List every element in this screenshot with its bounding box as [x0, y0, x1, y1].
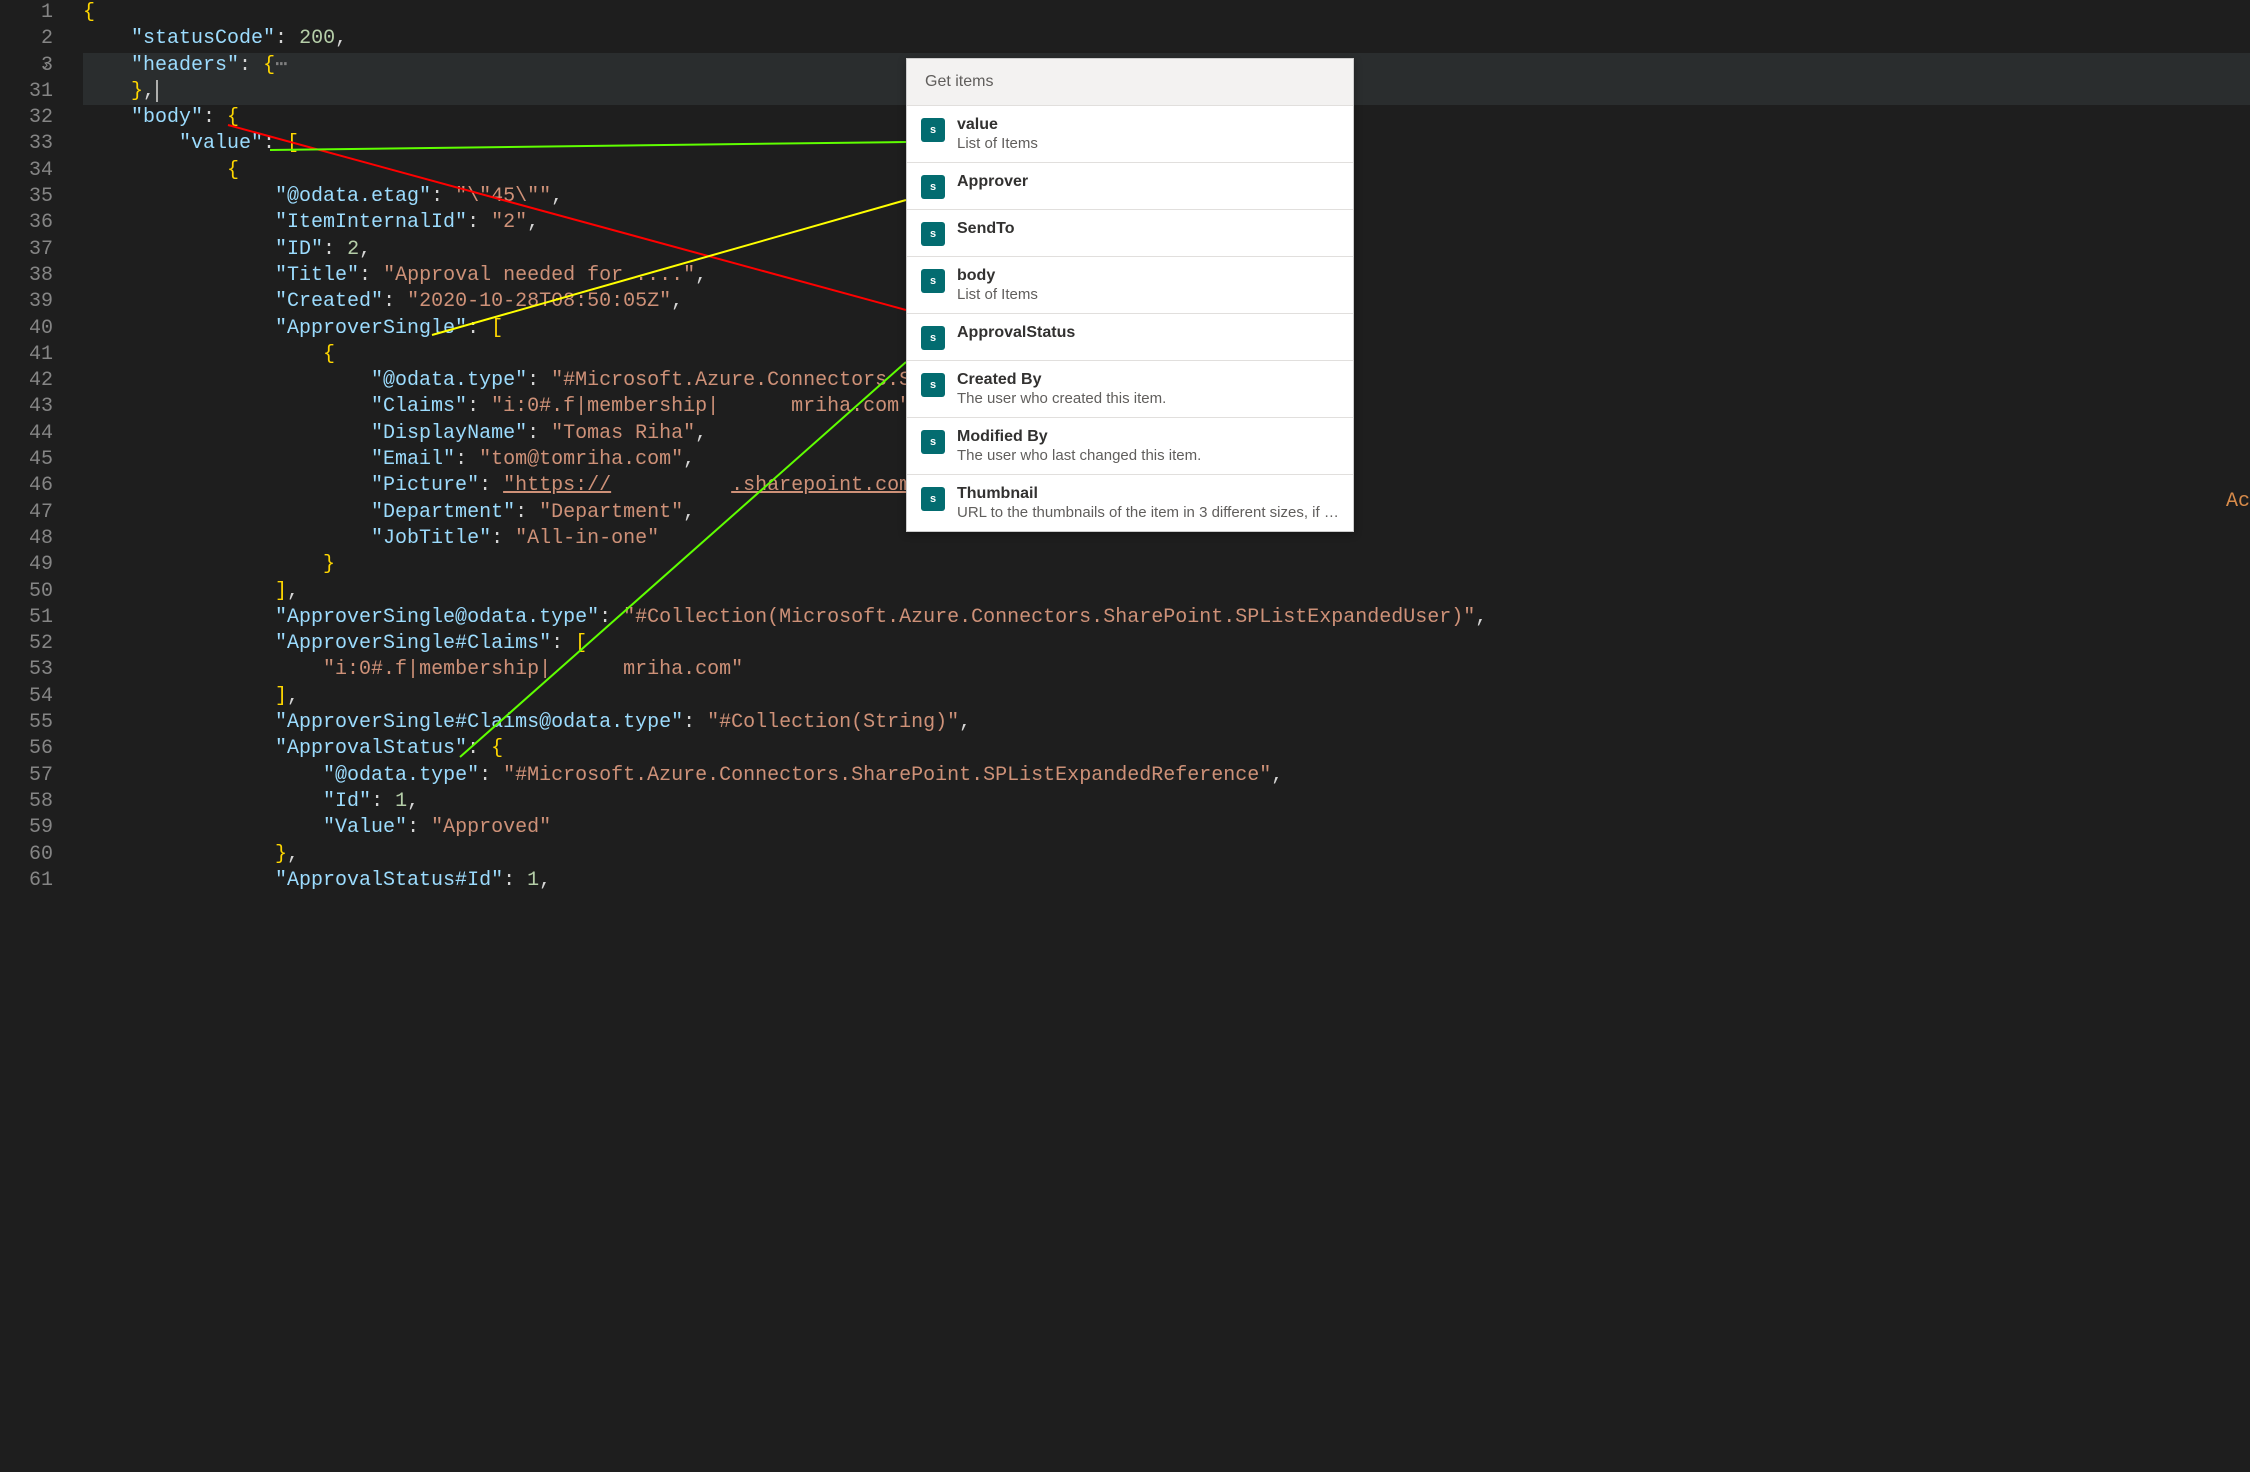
panel-item-desc: The user who created this item. [957, 390, 1339, 407]
panel-header: Get items [907, 59, 1353, 106]
panel-item-title: Approver [957, 173, 1339, 191]
line-number: 38 [0, 263, 53, 289]
sharepoint-icon: s [921, 269, 945, 293]
line-number: 57 [0, 763, 53, 789]
line-number: 49 [0, 552, 53, 578]
panel-list: svalueList of ItemssApproversSendTosbody… [907, 106, 1353, 531]
line-number: 50 [0, 579, 53, 605]
sharepoint-icon: s [921, 222, 945, 246]
panel-item[interactable]: s SendTo [907, 210, 1353, 257]
line-number: 33 [0, 131, 53, 157]
line-number-gutter: 1 2 3› 31 32 33 34 35 36 37 38 39 40 41 … [0, 0, 75, 1472]
line-number: 58 [0, 789, 53, 815]
panel-item-title: Thumbnail [957, 485, 1339, 503]
line-number: 35 [0, 184, 53, 210]
panel-item[interactable]: sbodyList of Items [907, 257, 1353, 314]
panel-item-title: SendTo [957, 220, 1339, 238]
line-number: 61 [0, 868, 53, 894]
panel-item-desc: URL to the thumbnails of the item in 3 d… [957, 504, 1339, 521]
sharepoint-icon: s [921, 430, 945, 454]
line-number: 56 [0, 736, 53, 762]
line-number: 42 [0, 368, 53, 394]
sharepoint-icon: s [921, 175, 945, 199]
line-number: 36 [0, 210, 53, 236]
line-number: 51 [0, 605, 53, 631]
truncated-text: Ac [2226, 490, 2250, 513]
line-number: 32 [0, 105, 53, 131]
line-number: 1 [0, 0, 53, 26]
sharepoint-icon: s [921, 118, 945, 142]
panel-item-title: Modified By [957, 428, 1339, 446]
dynamic-content-panel[interactable]: Get items svalueList of ItemssApproversS… [906, 58, 1354, 532]
line-number: 44 [0, 421, 53, 447]
panel-item[interactable]: svalueList of Items [907, 106, 1353, 163]
panel-item-title: Created By [957, 371, 1339, 389]
line-number: 41 [0, 342, 53, 368]
panel-item[interactable]: s Approver [907, 163, 1353, 210]
line-number: 2 [0, 26, 53, 52]
panel-item[interactable]: s Modified ByThe user who last changed th… [907, 418, 1353, 475]
line-number: 54 [0, 684, 53, 710]
panel-item-desc: List of Items [957, 286, 1339, 303]
line-number: 53 [0, 657, 53, 683]
line-number: 60 [0, 842, 53, 868]
panel-item[interactable]: s ThumbnailURL to the thumbnails of the i… [907, 475, 1353, 531]
sharepoint-icon: s [921, 326, 945, 350]
text-cursor [156, 80, 158, 102]
line-number: 45 [0, 447, 53, 473]
line-number: 39 [0, 289, 53, 315]
sharepoint-icon: s [921, 373, 945, 397]
line-number: 47 [0, 500, 53, 526]
line-number: 46 [0, 473, 53, 499]
line-number: 3› [0, 53, 53, 79]
panel-item[interactable]: s Created ByThe user who created this ite… [907, 361, 1353, 418]
fold-chevron-right-icon[interactable]: › [42, 53, 50, 79]
panel-item-title: value [957, 116, 1339, 134]
line-number: 59 [0, 815, 53, 841]
line-number: 52 [0, 631, 53, 657]
line-number: 34 [0, 158, 53, 184]
sharepoint-icon: s [921, 487, 945, 511]
panel-item-title: ApprovalStatus [957, 324, 1339, 342]
line-number: 55 [0, 710, 53, 736]
line-number: 40 [0, 316, 53, 342]
panel-item[interactable]: s ApprovalStatus [907, 314, 1353, 361]
panel-item-desc: The user who last changed this item. [957, 447, 1339, 464]
line-number: 43 [0, 394, 53, 420]
panel-item-title: body [957, 267, 1339, 285]
line-number: 37 [0, 237, 53, 263]
panel-item-desc: List of Items [957, 135, 1339, 152]
line-number: 48 [0, 526, 53, 552]
line-number: 31 [0, 79, 53, 105]
